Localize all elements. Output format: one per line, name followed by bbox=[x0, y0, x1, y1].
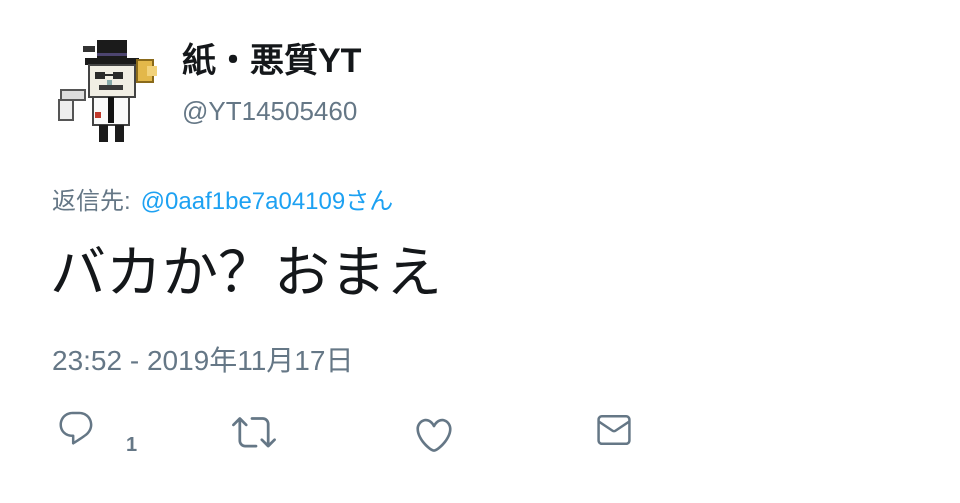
reply-to-suffix: さん bbox=[345, 188, 394, 215]
heart-icon[interactable] bbox=[413, 414, 455, 456]
author-handle[interactable]: @YT14505460 bbox=[182, 94, 357, 128]
author-display-name[interactable]: 紙・悪質YT bbox=[182, 40, 361, 82]
like-button[interactable] bbox=[413, 414, 457, 458]
reply-count: 1 bbox=[126, 434, 138, 456]
reply-button[interactable]: 1 bbox=[56, 408, 148, 458]
tweet-timestamp[interactable]: 23:52 - 2019年11月17日 bbox=[52, 342, 353, 380]
reply-icon[interactable] bbox=[56, 408, 96, 448]
tweet-text: バカか？おまえ bbox=[50, 241, 442, 304]
tweet-card: 紙・悪質YT @YT14505460 返信先: @0aaf1be7a04109さん… bbox=[0, 0, 960, 503]
direct-message-button[interactable] bbox=[594, 410, 636, 452]
reply-to-line: 返信先: @0aaf1be7a04109さん bbox=[52, 186, 393, 218]
reply-to-handle-link[interactable]: @0aaf1be7a04109 bbox=[141, 188, 346, 215]
reply-to-prefix: 返信先: bbox=[52, 188, 131, 215]
retweet-button[interactable] bbox=[232, 410, 278, 454]
retweet-icon[interactable] bbox=[232, 410, 276, 454]
avatar[interactable] bbox=[55, 38, 161, 144]
avatar-pixel-art bbox=[55, 38, 161, 144]
envelope-icon[interactable] bbox=[594, 410, 634, 450]
